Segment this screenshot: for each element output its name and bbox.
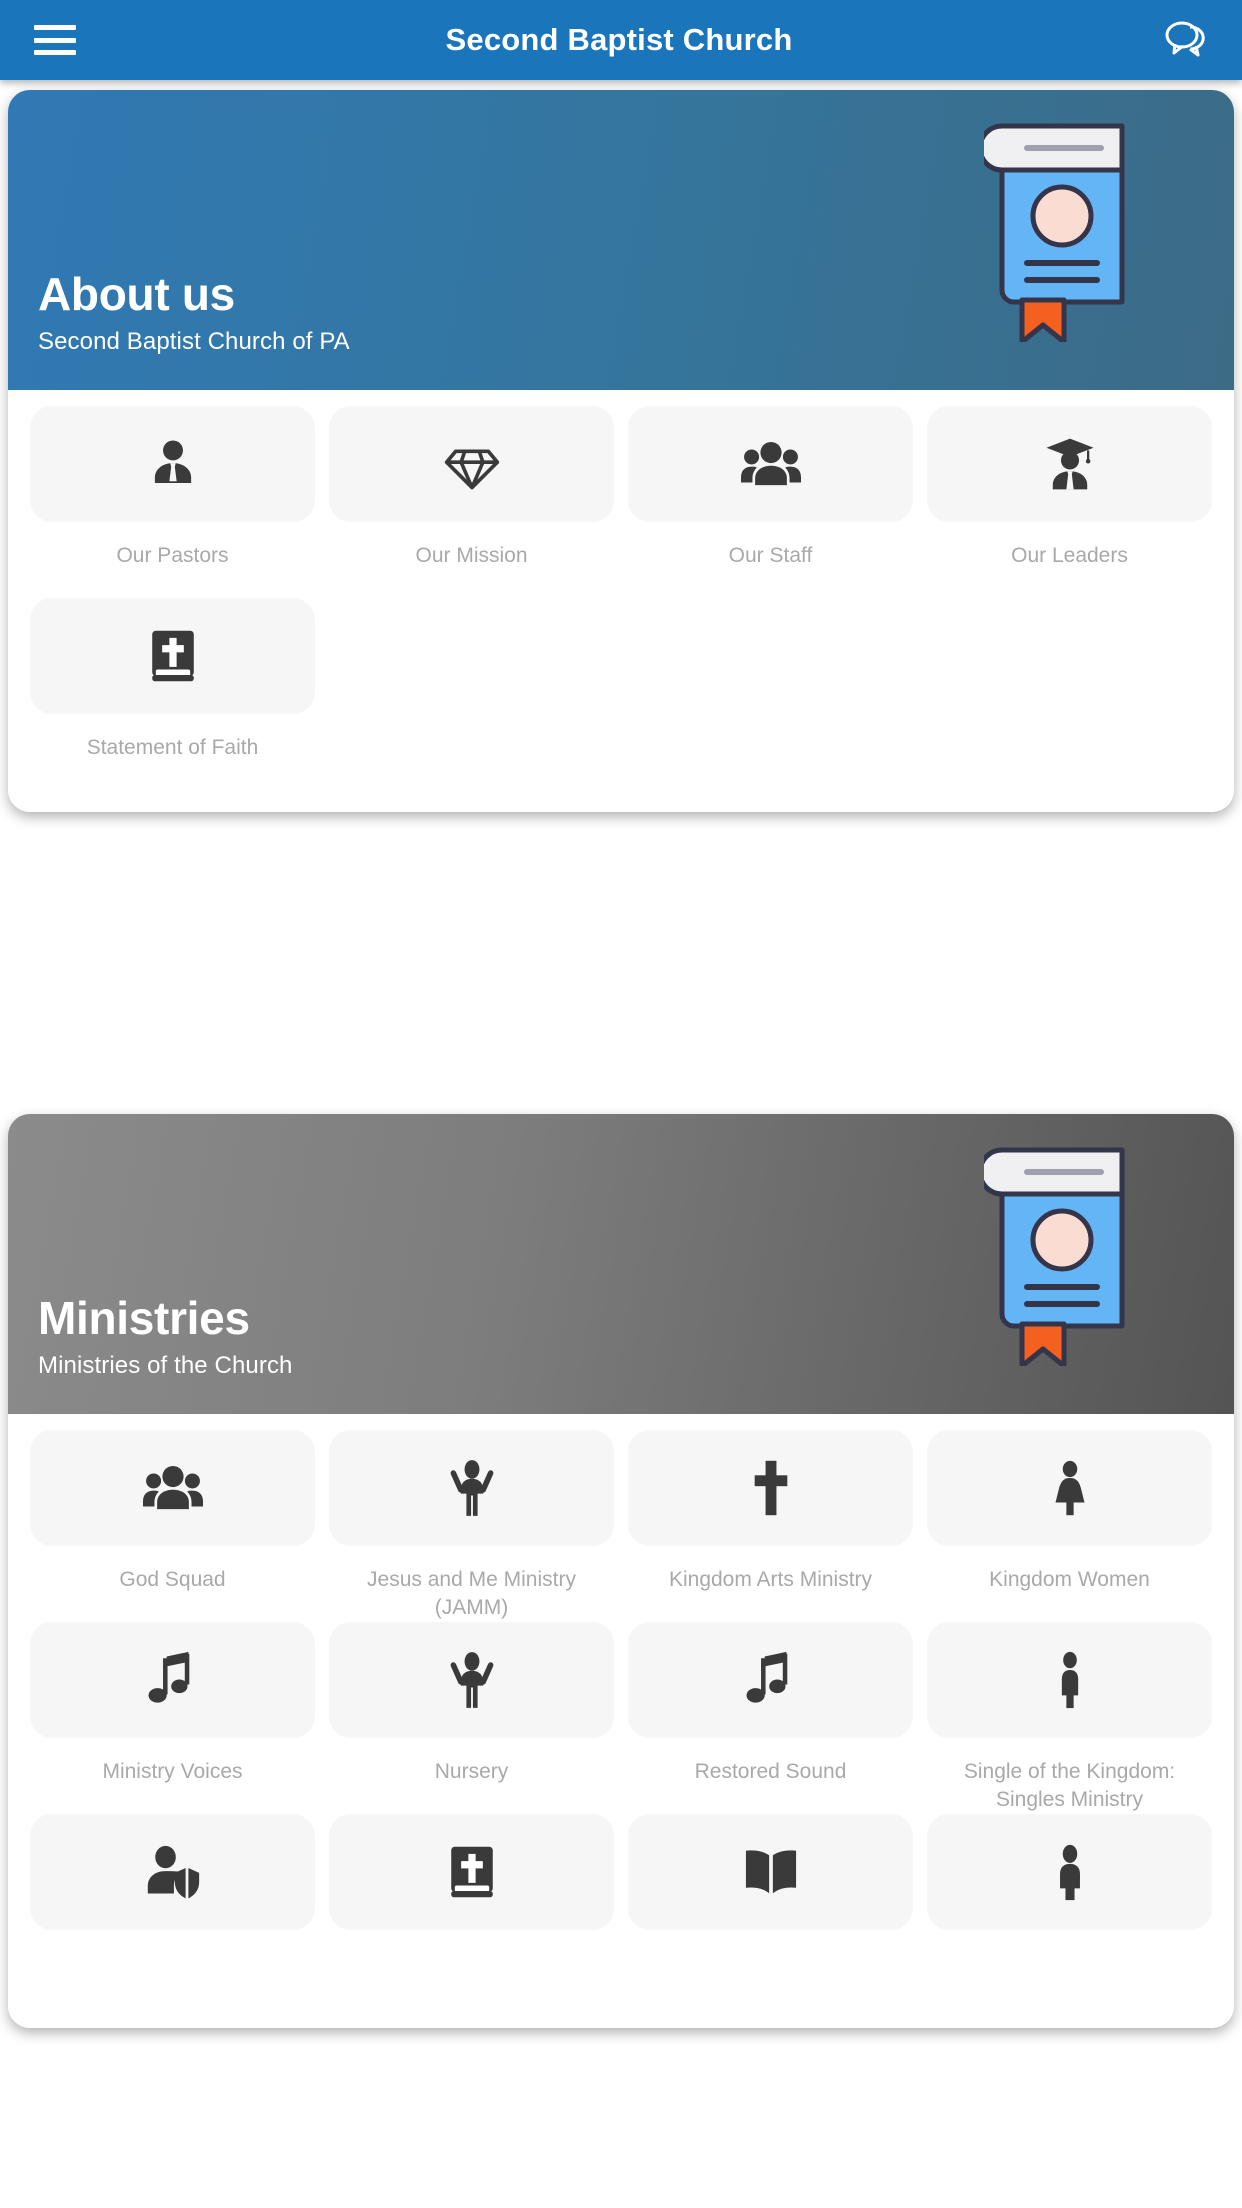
person-shield-icon (145, 1843, 201, 1901)
tile-icon-box[interactable] (927, 1430, 1212, 1546)
woman-figure-icon (1048, 1459, 1092, 1517)
tile-label: Our Leaders (1011, 544, 1128, 567)
people-group-icon (142, 1459, 203, 1517)
tile-icon-box[interactable] (30, 598, 315, 714)
hero-about: About us Second Baptist Church of PA (8, 90, 1234, 390)
tile-icon-box[interactable] (30, 406, 315, 522)
tile-icon-box[interactable] (329, 406, 614, 522)
tile-label: Kingdom Women (989, 1568, 1150, 1591)
tile-item[interactable]: Kingdom Arts Ministry (628, 1430, 913, 1622)
tile-icon-box[interactable] (329, 1430, 614, 1546)
tile-label: Our Pastors (116, 544, 229, 567)
tile-item[interactable]: Jesus and Me Ministry (JAMM) (329, 1430, 614, 1622)
hero-subtitle: Second Baptist Church of PA (38, 328, 350, 355)
tile-grid-ministries: God Squad Jesus and Me Ministry (JAMM) K… (8, 1414, 1234, 2028)
tile-icon-box[interactable] (927, 406, 1212, 522)
section-ministries: Ministries Ministries of the Church God … (8, 1114, 1234, 2028)
tile-item[interactable]: Our Leaders (927, 406, 1212, 598)
chat-bubbles-icon[interactable] (1163, 18, 1211, 62)
section-about: About us Second Baptist Church of PA Our… (8, 90, 1234, 812)
graduate-person-icon (1041, 435, 1099, 493)
tile-icon-box[interactable] (329, 1622, 614, 1738)
tile-item[interactable]: God Squad (30, 1430, 315, 1622)
person-arms-raised-icon (445, 1458, 499, 1518)
bible-cross-icon (146, 628, 200, 684)
app-bar: Second Baptist Church (0, 0, 1242, 80)
tile-icon-box[interactable] (927, 1814, 1212, 1930)
tile-item[interactable] (30, 1814, 315, 2006)
hero-title: About us (38, 268, 235, 320)
hero-title: Ministries (38, 1292, 250, 1344)
tile-icon-box[interactable] (628, 406, 913, 522)
tile-label (769, 1950, 773, 2006)
tile-label (171, 1950, 175, 2006)
tile-label: Nursery (434, 1760, 509, 1783)
tile-icon-box[interactable] (628, 1814, 913, 1930)
tile-icon-box[interactable] (30, 1814, 315, 1930)
tile-icon-box[interactable] (628, 1622, 913, 1738)
tile-label: Jesus and Me Ministry (JAMM) (367, 1568, 576, 1619)
tile-label (1068, 1950, 1072, 2006)
tile-label: Kingdom Arts Ministry (668, 1568, 873, 1591)
tile-item[interactable] (927, 1814, 1212, 2006)
tile-label: Our Mission (415, 544, 528, 567)
bible-cross-icon (445, 1844, 499, 1900)
tile-item[interactable]: Kingdom Women (927, 1430, 1212, 1622)
person-in-tie-icon (144, 435, 202, 493)
tile-item[interactable]: Nursery (329, 1622, 614, 1814)
tile-label: Ministry Voices (102, 1760, 243, 1783)
music-note-icon (746, 1651, 796, 1709)
tile-label: Statement of Faith (86, 736, 259, 759)
person-figure-icon (1050, 1843, 1090, 1901)
tile-grid: Our Pastors Our Mission Our Staff Our Le… (8, 406, 1234, 790)
menu-button[interactable] (0, 25, 110, 55)
book-illustration (977, 112, 1144, 345)
tile-item[interactable] (628, 1814, 913, 2006)
chat-button[interactable] (1132, 18, 1242, 62)
tile-item[interactable]: Single of the Kingdom: Singles Ministry (927, 1622, 1212, 1814)
tile-label: God Squad (119, 1568, 226, 1591)
tile-icon-box[interactable] (30, 1622, 315, 1738)
tile-label (470, 1950, 474, 2006)
diamond-gem-icon (443, 435, 501, 493)
tile-icon-box[interactable] (927, 1622, 1212, 1738)
person-arms-raised-icon (445, 1650, 499, 1710)
open-book-icon (743, 1846, 799, 1898)
tile-grid: God Squad Jesus and Me Ministry (JAMM) K… (8, 1430, 1234, 2006)
app-screen: Second Baptist Church About us Second Ba… (0, 0, 1242, 2208)
hero-text: About us Second Baptist Church of PA (38, 271, 350, 356)
tile-label: Our Staff (728, 544, 813, 567)
tile-item[interactable]: Our Mission (329, 406, 614, 598)
tile-item[interactable]: Restored Sound (628, 1622, 913, 1814)
hero-subtitle: Ministries of the Church (38, 1352, 293, 1379)
tile-item[interactable] (329, 1814, 614, 2006)
hero-ministries: Ministries Ministries of the Church (8, 1114, 1234, 1414)
tile-item[interactable]: Ministry Voices (30, 1622, 315, 1814)
tile-grid-about: Our Pastors Our Mission Our Staff Our Le… (8, 390, 1234, 812)
single-person-icon (1053, 1651, 1087, 1709)
music-note-icon (148, 1651, 198, 1709)
app-title: Second Baptist Church (445, 22, 793, 57)
hero-text: Ministries Ministries of the Church (38, 1295, 293, 1380)
tile-item[interactable]: Our Pastors (30, 406, 315, 598)
tile-icon-box[interactable] (628, 1430, 913, 1546)
tile-icon-box[interactable] (329, 1814, 614, 1930)
book-illustration (977, 1136, 1144, 1369)
tile-icon-box[interactable] (30, 1430, 315, 1546)
tile-label: Restored Sound (694, 1760, 847, 1783)
tile-label: Single of the Kingdom: Singles Ministry (963, 1760, 1176, 1811)
people-group-icon (740, 435, 801, 493)
hamburger-menu-icon[interactable] (34, 25, 76, 55)
tile-item[interactable]: Statement of Faith (30, 598, 315, 790)
tile-item[interactable]: Our Staff (628, 406, 913, 598)
cross-icon (748, 1459, 794, 1517)
